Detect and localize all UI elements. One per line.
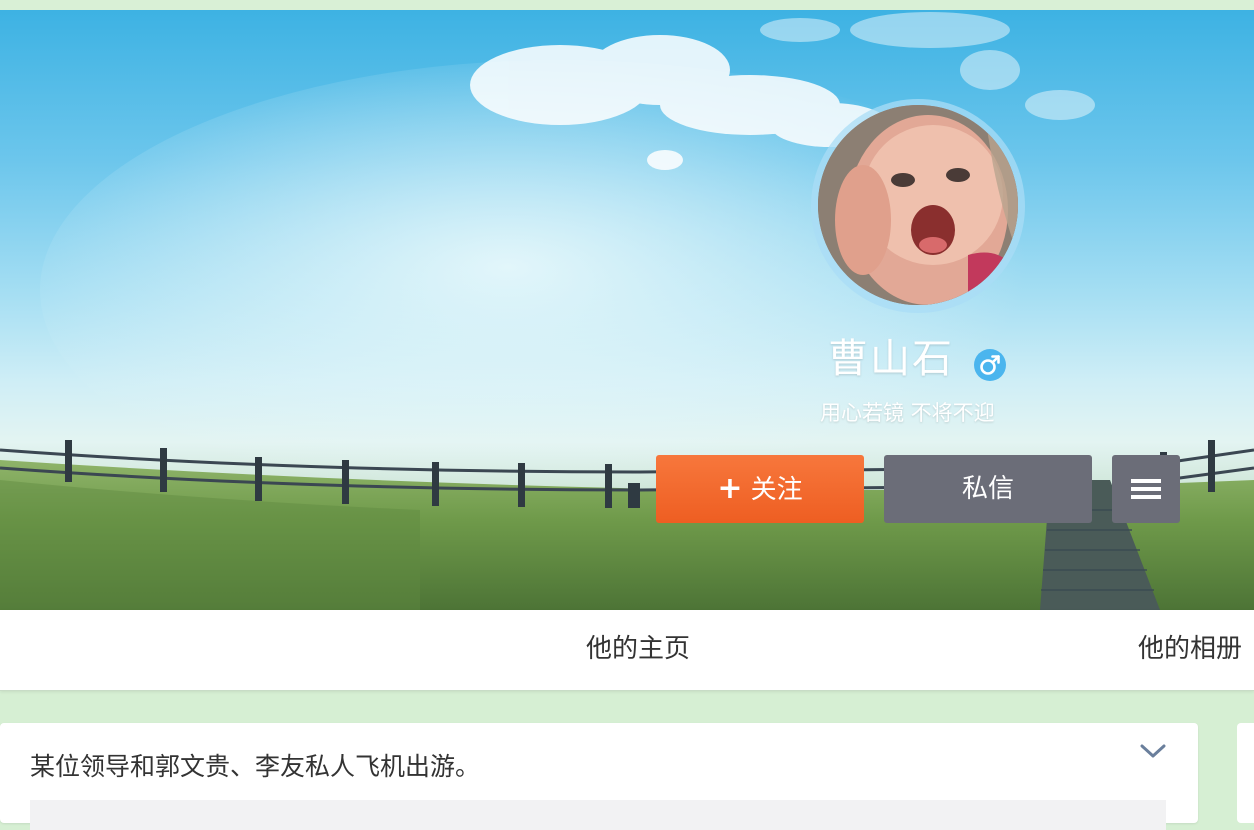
- follow-button-label: 关注: [750, 475, 803, 505]
- profile-tabs: 他的主页 他的相册: [0, 610, 1254, 691]
- top-strip: [0, 0, 1254, 10]
- male-gender-icon: [974, 349, 1006, 381]
- plus-icon: +: [717, 471, 743, 506]
- follow-button[interactable]: + 关注: [656, 455, 864, 523]
- side-card: [1237, 723, 1254, 823]
- avatar[interactable]: [818, 105, 1018, 305]
- feed-card: 某位领导和郭文贵、李友私人飞机出游。: [0, 723, 1198, 830]
- profile-username: 曹山石: [828, 336, 954, 382]
- profile-bio: 用心若镜 不将不迎: [820, 401, 995, 425]
- more-menu-button[interactable]: [1112, 455, 1180, 523]
- hamburger-menu-icon: [1131, 479, 1161, 499]
- tab-album[interactable]: 他的相册: [1138, 610, 1242, 690]
- baby-photo-avatar: [818, 105, 1018, 305]
- private-message-button[interactable]: 私信: [884, 455, 1092, 523]
- private-message-label: 私信: [961, 474, 1014, 504]
- post-content-block: [30, 800, 1166, 830]
- post-text: 某位领导和郭文贵、李友私人飞机出游。: [30, 752, 481, 781]
- tab-home[interactable]: 他的主页: [586, 610, 690, 690]
- chevron-down-icon[interactable]: [1138, 741, 1168, 765]
